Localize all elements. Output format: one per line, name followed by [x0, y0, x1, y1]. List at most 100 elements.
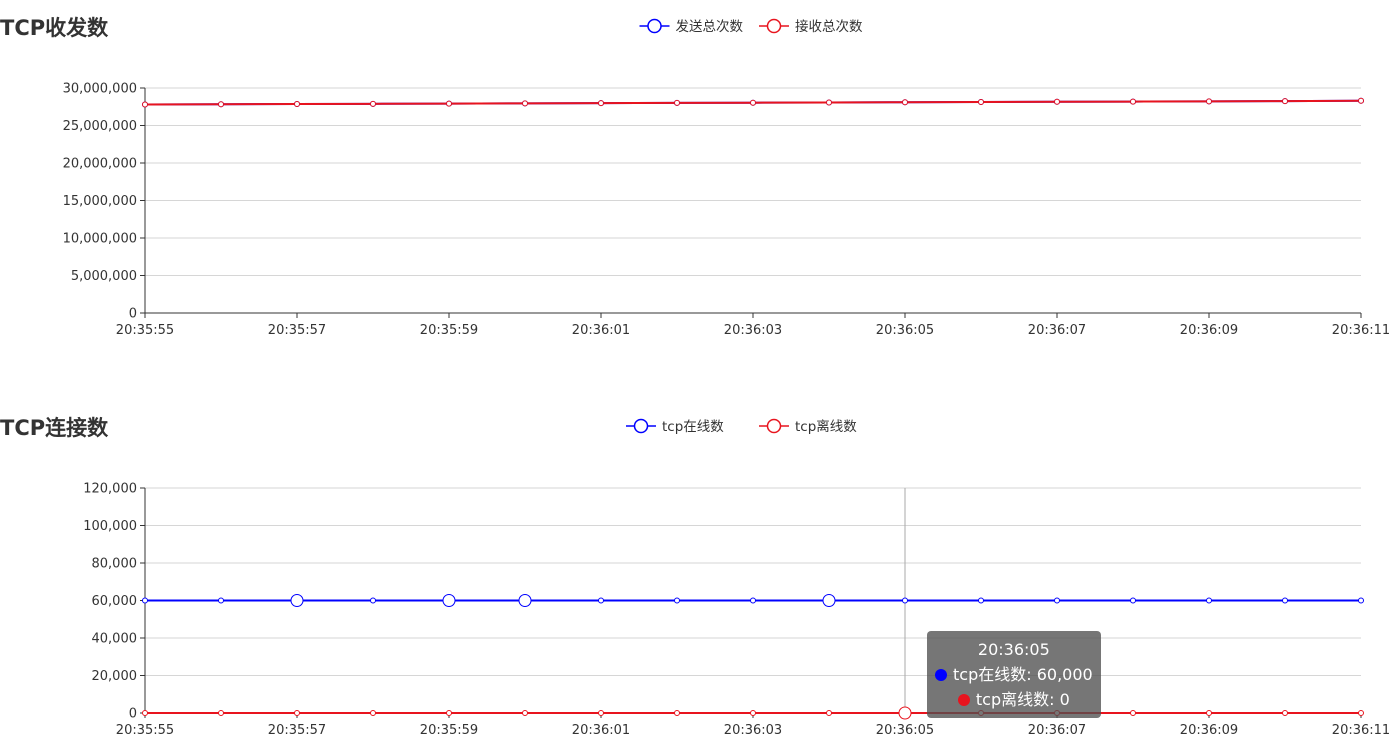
data-point — [522, 100, 528, 107]
y-tick-label: 100,000 — [83, 519, 137, 534]
data-point — [902, 597, 908, 604]
data-point — [1282, 710, 1288, 716]
x-tick-label: 20:35:57 — [268, 323, 326, 338]
data-point — [898, 706, 912, 720]
data-point — [598, 597, 604, 604]
y-tick-label: 120,000 — [83, 482, 137, 497]
data-point — [978, 597, 984, 604]
data-point — [446, 100, 452, 107]
legend-marker — [633, 418, 649, 434]
tooltip-row-text: tcp离线数: 0 — [975, 690, 1070, 709]
x-tick-label: 20:36:07 — [1028, 323, 1086, 338]
x-tick-label: 20:36:05 — [876, 723, 934, 738]
chart-tooltip: 20:36:05 tcp在线数: 60,000 tcp离线数: 0 — [927, 631, 1101, 718]
x-tick-label: 20:36:01 — [572, 723, 630, 738]
y-tick-label: 10,000,000 — [63, 232, 137, 247]
chart-canvas: 0 5,000,000 10,000,000 15,000,000 20,000,000… — [63, 18, 1391, 338]
data-point — [294, 710, 300, 716]
x-tick-label: 20:36:03 — [724, 323, 782, 338]
data-point — [902, 99, 908, 106]
x-tick-label: 20:35:55 — [116, 723, 174, 738]
x-tick-label: 20:35:59 — [420, 723, 478, 738]
data-point — [1282, 98, 1288, 105]
legend-item: tcp在线数 — [626, 418, 724, 435]
data-point — [446, 710, 452, 716]
series-color-dot — [957, 694, 970, 706]
data-point — [1358, 97, 1364, 104]
legend-label: 接收总次数 — [795, 18, 863, 35]
tooltip-title: 20:36:05 — [977, 640, 1050, 659]
data-point — [1130, 710, 1136, 716]
y-tick-label: 80,000 — [92, 557, 138, 572]
legend-item: tcp离线数 — [759, 418, 857, 435]
data-point — [1206, 597, 1212, 604]
y-tick-label: 0 — [129, 307, 137, 322]
data-point — [370, 710, 376, 716]
data-point — [1206, 710, 1212, 716]
y-tick-label: 30,000,000 — [63, 82, 137, 97]
y-tick-label: 60,000 — [92, 594, 138, 609]
y-tick-label: 20,000 — [92, 669, 138, 684]
x-tick-label: 20:35:55 — [116, 323, 174, 338]
data-point — [978, 99, 984, 106]
data-point — [442, 594, 456, 607]
x-tick-label: 20:36:01 — [572, 323, 630, 338]
tooltip-row: tcp在线数: 60,000 — [935, 662, 1093, 687]
x-tick-label: 20:36:11 — [1332, 323, 1390, 338]
data-point — [598, 710, 604, 716]
data-point — [1358, 597, 1364, 604]
data-point — [1054, 98, 1060, 105]
legend-label: tcp在线数 — [662, 419, 724, 435]
x-tick-label: 20:35:59 — [420, 323, 478, 338]
legend-marker — [766, 18, 782, 34]
data-point — [1358, 710, 1364, 716]
data-point — [290, 594, 304, 607]
data-point — [674, 99, 680, 106]
y-tick-label: 0 — [129, 707, 137, 722]
data-point — [674, 597, 680, 604]
data-point — [826, 99, 832, 106]
data-point — [1054, 597, 1060, 604]
data-point — [294, 101, 300, 108]
data-point — [750, 99, 756, 106]
y-tick-label: 20,000,000 — [63, 157, 137, 172]
x-tick-label: 20:36:11 — [1332, 723, 1390, 738]
legend-item: 接收总次数 — [759, 18, 863, 35]
x-tick-label: 20:36:07 — [1028, 723, 1086, 738]
data-point — [1130, 98, 1136, 105]
legend-item: 发送总次数 — [639, 18, 744, 35]
data-point — [598, 100, 604, 107]
data-point — [218, 597, 224, 604]
data-point — [522, 710, 528, 716]
tooltip-row: tcp离线数: 0 — [935, 687, 1093, 712]
data-point — [142, 597, 148, 604]
y-tick-label: 15,000,000 — [63, 194, 137, 209]
series-color-dot — [935, 669, 947, 681]
data-point — [518, 594, 532, 607]
y-tick-label: 5,000,000 — [71, 269, 137, 284]
chart-panel-tcp-connections: TCP连接数 0 20,000 40,000 60,000 80,000 100,000 1… — [0, 400, 1398, 745]
data-point — [142, 101, 148, 108]
y-tick-label: 40,000 — [92, 632, 138, 647]
data-point — [1282, 597, 1288, 604]
y-tick-label: 25,000,000 — [63, 119, 137, 134]
legend-marker — [766, 418, 782, 434]
data-point — [1206, 98, 1212, 105]
data-point — [674, 710, 680, 716]
x-tick-label: 20:36:03 — [724, 723, 782, 738]
tooltip-row-text: tcp在线数: 60,000 — [953, 665, 1093, 684]
x-tick-label: 20:36:09 — [1180, 723, 1238, 738]
data-point — [370, 597, 376, 604]
x-tick-label: 20:35:57 — [268, 723, 326, 738]
data-point — [370, 100, 376, 107]
chart-panel-tcp-traffic: TCP收发数 0 5,000,000 10,000,000 15,000,000 20,… — [0, 0, 1398, 360]
chart-canvas: 0 20,000 40,000 60,000 80,000 100,000 120,000 2… — [83, 418, 1390, 738]
data-point — [822, 594, 836, 607]
data-point — [750, 597, 756, 604]
legend-marker — [647, 18, 662, 34]
x-tick-label: 20:36:09 — [1180, 323, 1238, 338]
legend-label: tcp离线数 — [795, 418, 857, 435]
data-point — [142, 710, 148, 716]
legend-label: 发送总次数 — [676, 19, 744, 35]
data-point — [826, 710, 832, 716]
